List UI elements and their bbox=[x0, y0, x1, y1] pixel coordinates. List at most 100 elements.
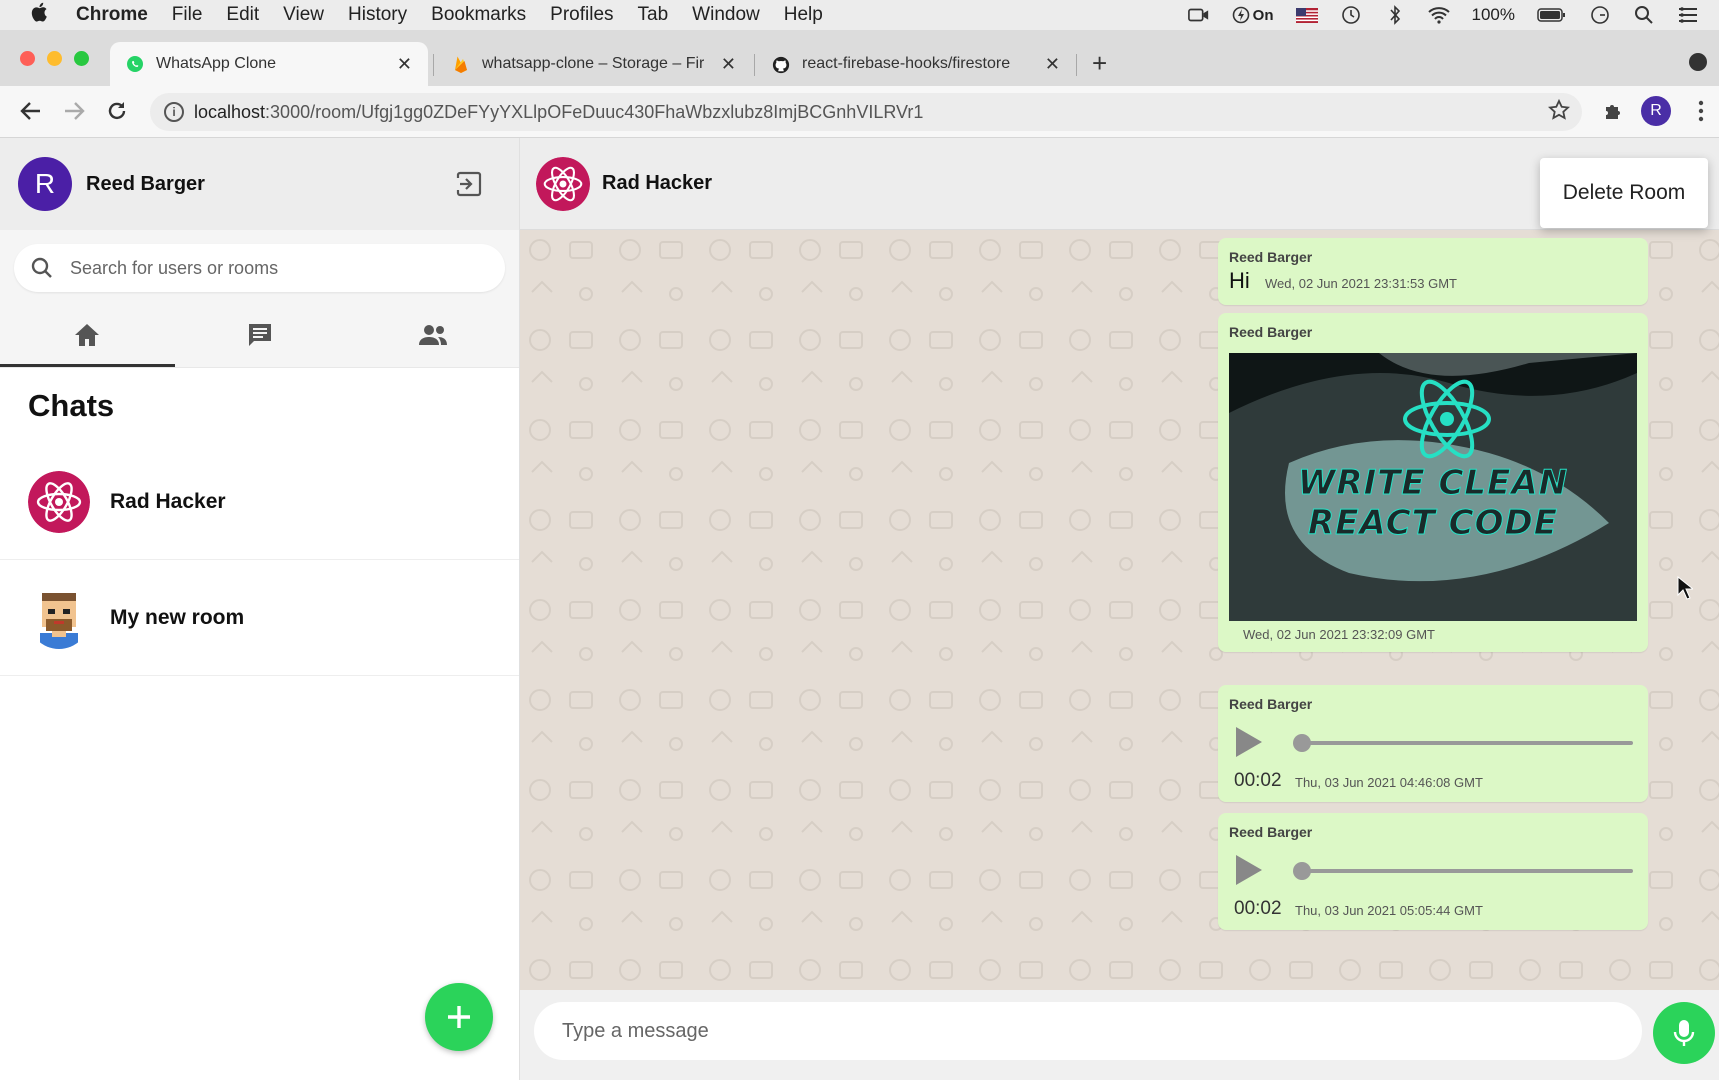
plus-icon bbox=[448, 1006, 470, 1028]
tab-divider bbox=[433, 54, 434, 76]
menu-bookmarks[interactable]: Bookmarks bbox=[431, 4, 526, 26]
battery-icon[interactable] bbox=[1537, 6, 1567, 24]
whatsapp-clone-app: R Reed Barger Search for users or rooms … bbox=[0, 138, 1719, 1080]
tab-whatsapp-clone[interactable]: WhatsApp Clone ✕ bbox=[110, 42, 428, 86]
search-placeholder: Search for users or rooms bbox=[70, 257, 279, 278]
spotlight-search-icon[interactable] bbox=[1633, 6, 1655, 24]
pixel-avatar-icon bbox=[28, 586, 90, 649]
mouse-pointer-icon bbox=[1677, 576, 1693, 600]
audio-progress-track[interactable] bbox=[1300, 869, 1633, 873]
chat-item-name: Rad Hacker bbox=[110, 489, 226, 513]
audio-seek-handle[interactable] bbox=[1293, 734, 1311, 752]
github-icon bbox=[772, 55, 790, 74]
search-input[interactable]: Search for users or rooms bbox=[14, 244, 505, 292]
audio-seek-handle[interactable] bbox=[1293, 862, 1311, 880]
tab-search-icon[interactable] bbox=[1689, 53, 1707, 71]
close-window-button[interactable] bbox=[20, 51, 35, 66]
menu-window[interactable]: Window bbox=[692, 4, 760, 26]
audio-duration: 00:02 bbox=[1234, 770, 1282, 791]
kebab-menu-icon[interactable] bbox=[1688, 98, 1714, 124]
chat-item-rad-hacker[interactable]: Rad Hacker bbox=[0, 444, 519, 560]
message-sender: Reed Barger bbox=[1229, 249, 1313, 265]
room-options-menu: Delete Room bbox=[1540, 158, 1708, 228]
tab-contacts[interactable] bbox=[346, 308, 519, 367]
audio-progress-track[interactable] bbox=[1300, 741, 1633, 745]
message-sender: Reed Barger bbox=[1229, 824, 1313, 840]
image-caption-line1: WRITE CLEAN bbox=[1297, 463, 1569, 504]
active-tab-indicator bbox=[0, 364, 175, 367]
menu-file[interactable]: File bbox=[172, 4, 203, 26]
close-tab-icon[interactable]: ✕ bbox=[1045, 54, 1060, 75]
room-avatar-icon[interactable] bbox=[536, 156, 590, 211]
screen-time-icon[interactable] bbox=[1589, 6, 1611, 24]
message-bubble-audio: Reed Barger 00:02 Thu, 03 Jun 2021 05:05… bbox=[1218, 813, 1648, 930]
menu-history[interactable]: History bbox=[348, 4, 407, 26]
window-controls bbox=[20, 51, 89, 66]
tab-title: whatsapp-clone – Storage – Fir bbox=[482, 55, 705, 72]
tab-title: react-firebase-hooks/firestore bbox=[802, 55, 1011, 72]
chat-item-my-new-room[interactable]: My new room bbox=[0, 560, 519, 676]
message-sender: Reed Barger bbox=[1229, 324, 1313, 340]
menu-profiles[interactable]: Profiles bbox=[550, 4, 613, 26]
user-avatar[interactable]: R bbox=[18, 157, 72, 211]
close-tab-icon[interactable]: ✕ bbox=[397, 54, 412, 75]
bookmark-star-icon[interactable] bbox=[1547, 98, 1571, 126]
camera-icon[interactable] bbox=[1187, 6, 1210, 24]
message-bubble-audio: Reed Barger 00:02 Thu, 03 Jun 2021 04:46… bbox=[1218, 685, 1648, 802]
people-icon bbox=[417, 323, 449, 352]
tab-firebase-storage[interactable]: whatsapp-clone – Storage – Fir ✕ bbox=[436, 42, 752, 86]
message-input-placeholder: Type a message bbox=[562, 1019, 709, 1042]
tab-title: WhatsApp Clone bbox=[156, 55, 277, 72]
apple-icon[interactable] bbox=[20, 2, 58, 28]
logout-icon[interactable] bbox=[455, 170, 483, 198]
menu-edit[interactable]: Edit bbox=[226, 4, 259, 26]
delete-room-menu-item[interactable]: Delete Room bbox=[1563, 181, 1686, 205]
menu-view[interactable]: View bbox=[283, 4, 324, 26]
site-info-icon[interactable]: i bbox=[164, 102, 184, 122]
wifi-icon[interactable] bbox=[1427, 6, 1450, 24]
focus-mode-icon[interactable]: On bbox=[1232, 6, 1274, 24]
profile-avatar[interactable]: R bbox=[1641, 96, 1671, 126]
menu-tab[interactable]: Tab bbox=[638, 4, 669, 26]
play-icon[interactable] bbox=[1234, 853, 1264, 887]
zoom-window-button[interactable] bbox=[74, 51, 89, 66]
add-room-button[interactable] bbox=[425, 983, 493, 1051]
tab-divider bbox=[754, 54, 755, 76]
whatsapp-icon bbox=[126, 55, 144, 73]
firebase-icon bbox=[452, 55, 470, 73]
new-tab-button[interactable]: + bbox=[1092, 48, 1107, 79]
back-arrow-icon[interactable] bbox=[18, 98, 44, 124]
focus-mode-label: On bbox=[1252, 6, 1274, 24]
control-center-icon[interactable] bbox=[1677, 6, 1699, 24]
bluetooth-icon[interactable] bbox=[1384, 5, 1406, 25]
chat-item-name: My new room bbox=[110, 605, 245, 629]
minimize-window-button[interactable] bbox=[47, 51, 62, 66]
forward-arrow-icon[interactable] bbox=[61, 98, 87, 124]
us-flag-icon[interactable] bbox=[1295, 6, 1318, 24]
record-voice-button[interactable] bbox=[1653, 1002, 1715, 1064]
extensions-puzzle-icon[interactable] bbox=[1600, 98, 1626, 124]
address-bar[interactable]: i localhost:3000/room/Ufgj1gg0ZDeFYyYXLl… bbox=[150, 93, 1582, 131]
reload-icon[interactable] bbox=[104, 98, 130, 124]
menubar-status-area: On 100% bbox=[1187, 5, 1699, 25]
time-machine-icon[interactable] bbox=[1340, 6, 1362, 24]
tab-chats[interactable] bbox=[173, 308, 346, 367]
tab-react-firebase-hooks[interactable]: react-firebase-hooks/firestore ✕ bbox=[756, 42, 1076, 86]
message-image[interactable]: WRITE CLEAN REACT CODE bbox=[1229, 353, 1637, 621]
close-tab-icon[interactable]: ✕ bbox=[721, 54, 736, 75]
chat-panel: Rad Hacker Delete Room Reed Barger Hi We… bbox=[520, 138, 1719, 1080]
menu-help[interactable]: Help bbox=[784, 4, 823, 26]
search-container: Search for users or rooms bbox=[0, 230, 519, 308]
browser-toolbar: i localhost:3000/room/Ufgj1gg0ZDeFYyYXLl… bbox=[0, 86, 1719, 138]
menu-app-chrome[interactable]: Chrome bbox=[76, 4, 148, 26]
chats-section-title: Chats bbox=[28, 388, 115, 423]
message-bubble: Reed Barger Hi Wed, 02 Jun 2021 23:31:53… bbox=[1218, 238, 1648, 305]
play-icon[interactable] bbox=[1234, 725, 1264, 759]
browser-tab-strip: WhatsApp Clone ✕ whatsapp-clone – Storag… bbox=[0, 30, 1719, 86]
message-input[interactable]: Type a message bbox=[534, 1002, 1642, 1060]
message-timestamp: Thu, 03 Jun 2021 04:46:08 GMT bbox=[1295, 775, 1483, 790]
room-name: Rad Hacker bbox=[602, 172, 713, 194]
message-composer: Type a message bbox=[520, 990, 1719, 1080]
tab-home[interactable] bbox=[0, 308, 173, 367]
search-icon bbox=[30, 256, 54, 280]
